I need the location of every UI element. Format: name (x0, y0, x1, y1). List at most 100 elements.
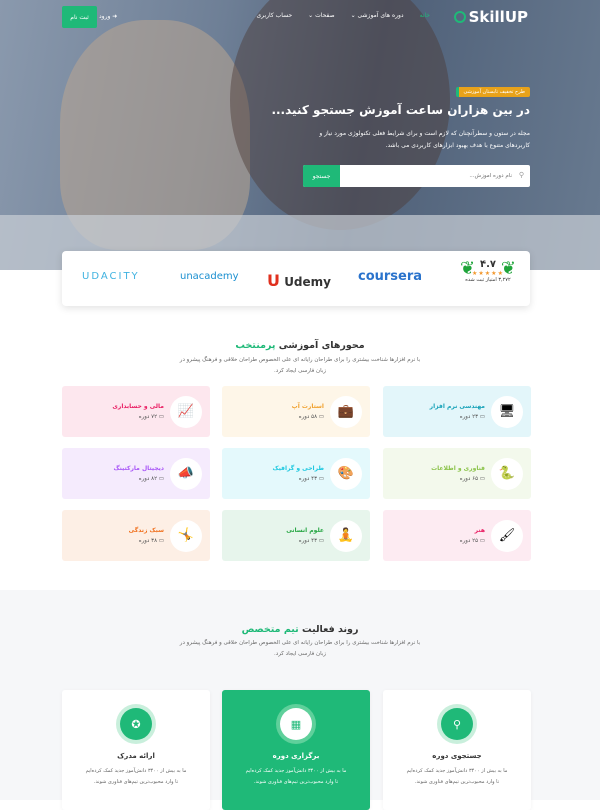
udemy-logo: U Udemy (267, 271, 331, 290)
category-count: ▭ ۳۸ دوره (129, 538, 164, 544)
calendar-icon: ▭ (157, 476, 164, 482)
category-title: مالی و حسابداری (112, 403, 164, 410)
step-title: جستجوی دوره (432, 752, 482, 760)
search-icon: ⚲ (441, 708, 473, 740)
category-count-text: ۴۳ دوره (298, 538, 318, 544)
partners-bar: UDACITY unacademy U Udemy coursera ❦ ❦ ۴… (62, 251, 530, 306)
categories-title-main: محورهای آموزشی (278, 340, 365, 351)
categories-title: محورهای آموزشی پرمنتخب (0, 340, 600, 351)
login-link[interactable]: ➜ ورود (99, 13, 117, 20)
coursera-logo: coursera (358, 269, 423, 284)
menu-item-home[interactable]: خانه (420, 12, 430, 19)
categories-subtitle: با نرم افزارها شناخت بیشتری را برای طراح… (179, 357, 421, 374)
logo-text: SkillUP (468, 8, 528, 26)
category-title: فناوری و اطلاعات (431, 465, 485, 472)
calendar-icon: ▭ (478, 538, 485, 544)
award-icon: ✪ (120, 708, 152, 740)
process-step-card: ✪ ارائه مدرک ما به بیش از ۳۴۰۰ دانش‌آموز… (62, 690, 210, 810)
category-count-text: ۳۸ دوره (138, 538, 158, 544)
category-title: دیجیتال مارکتینگ (113, 465, 164, 472)
signup-button[interactable]: ثبت نام (62, 6, 97, 28)
calendar-icon: ▭ (317, 476, 324, 482)
category-card[interactable]: 🖌 هنر ▭ ۲۵ دوره (383, 510, 531, 561)
category-count-text: ۶۵ دوره (459, 476, 479, 482)
category-count-text: ۵۸ دوره (298, 414, 318, 420)
category-count: ▭ ۲۳ دوره (430, 414, 485, 420)
logo-icon (453, 11, 466, 23)
category-title: علوم انسانی (286, 527, 324, 534)
step-text: ما به بیش از ۳۴۰۰ دانش‌آموز جدید کمک کرد… (245, 768, 347, 785)
menu-item-account[interactable]: حساب کاربری (256, 12, 292, 19)
search-icon: ⚲ (518, 171, 524, 179)
category-count: ▭ ۴۳ دوره (286, 538, 324, 544)
process-step-card: ⚲ جستجوی دوره ما به بیش از ۳۴۰۰ دانش‌آمو… (383, 690, 531, 810)
category-card[interactable]: 🐍 فناوری و اطلاعات ▭ ۶۵ دوره (383, 448, 531, 499)
site-logo[interactable]: SkillUP (453, 8, 528, 26)
process-title: روند فعالیت تیم متخصص (0, 624, 600, 635)
login-label: ورود (99, 13, 111, 20)
process-step-card: ▦ برگزاری دوره ما به بیش از ۳۴۰۰ دانش‌آم… (222, 690, 370, 810)
category-count: ▭ ۶۵ دوره (431, 476, 485, 482)
udemy-text: Udemy (284, 275, 331, 289)
login-icon: ➜ (110, 13, 118, 20)
category-title: سبک زندگی (128, 527, 164, 534)
search-button[interactable]: جستجو (303, 165, 340, 187)
category-card[interactable]: 📣 دیجیتال مارکتینگ ▭ ۸۲ دوره (62, 448, 210, 499)
unacademy-logo: unacademy (180, 271, 239, 282)
category-icon: 🤸 (170, 519, 202, 552)
category-count: ▭ ۴۳ دوره (272, 476, 324, 482)
calendar-icon: ▭ (317, 538, 324, 544)
category-icon: 🖌 (491, 519, 523, 552)
menu-item-pages[interactable]: صفحات ⌄ (308, 12, 334, 19)
category-card[interactable]: 📈 مالی و حسابداری ▭ ۷۲ دوره (62, 386, 210, 437)
step-title: برگزاری دوره (272, 752, 320, 760)
step-title: ارائه مدرک (117, 752, 155, 760)
category-title: مهندسی نرم افزار (429, 403, 485, 410)
promo-badge: طرح تخفیف تابستان آموزشی (455, 87, 530, 97)
calendar-icon: ▭ (478, 476, 485, 482)
calendar-icon: ▭ (478, 414, 485, 420)
category-icon: 📣 (170, 457, 202, 490)
category-card[interactable]: 💼 استارت آپ ▭ ۵۸ دوره (222, 386, 370, 437)
category-count: ▭ ۲۵ دوره (460, 538, 485, 544)
categories-title-accent: پرمنتخب (235, 340, 276, 351)
search-bar: ⚲ جستجو (303, 165, 530, 187)
laurel-left-icon: ❦ (460, 258, 476, 279)
laurel-right-icon: ❦ (500, 258, 516, 279)
calendar-icon: ▦ (280, 708, 312, 740)
calendar-icon: ▭ (157, 414, 164, 420)
category-icon: 📈 (170, 395, 202, 428)
rating-widget: ❦ ❦ ۴.۷ ★★★★★ ۳,۲۷۲ امتیاز ثبت شده (458, 255, 518, 283)
search-input[interactable] (340, 165, 530, 187)
category-count: ▭ ۸۲ دوره (113, 476, 164, 482)
hero-title: در بین هزاران ساعت آموزش جستجو کنید... (271, 103, 530, 117)
category-icon: 🖥 (491, 395, 523, 428)
process-title-main: روند فعالیت (302, 624, 359, 635)
category-count-text: ۷۲ دوره (138, 414, 158, 420)
category-icon: 💼 (330, 395, 362, 428)
hero-description: مجله در ستون و سطرآنچنان که لازم است و ب… (319, 130, 530, 149)
category-card[interactable]: 🖥 مهندسی نرم افزار ▭ ۲۳ دوره (383, 386, 531, 437)
category-count-text: ۴۳ دوره (298, 476, 318, 482)
category-card[interactable]: 🎨 طراحی و گرافیک ▭ ۴۳ دوره (222, 448, 370, 499)
main-menu: خانه دوره های آموزشی ⌄ صفحات ⌄ حساب کارب… (256, 12, 430, 19)
hero-section: SkillUP خانه دوره های آموزشی ⌄ صفحات ⌄ ح… (0, 0, 600, 270)
category-title: استارت آپ (291, 403, 324, 410)
udacity-logo: UDACITY (82, 271, 140, 282)
category-card[interactable]: 🤸 سبک زندگی ▭ ۳۸ دوره (62, 510, 210, 561)
category-title: طراحی و گرافیک (272, 465, 324, 472)
step-text: ما به بیش از ۳۴۰۰ دانش‌آموز جدید کمک کرد… (85, 768, 187, 785)
category-icon: 🐍 (491, 457, 523, 490)
category-count-text: ۲۳ دوره (459, 414, 479, 420)
calendar-icon: ▭ (157, 538, 164, 544)
calendar-icon: ▭ (317, 414, 324, 420)
process-subtitle: با نرم افزارها شناخت بیشتری را برای طراح… (179, 640, 421, 657)
category-card[interactable]: 🧘 علوم انسانی ▭ ۴۳ دوره (222, 510, 370, 561)
category-icon: 🧘 (330, 519, 362, 552)
category-title: هنر (474, 527, 485, 534)
menu-item-courses[interactable]: دوره های آموزشی ⌄ (351, 12, 404, 19)
category-icon: 🎨 (330, 457, 362, 490)
category-count-text: ۸۲ دوره (138, 476, 158, 482)
category-count: ▭ ۷۲ دوره (112, 414, 164, 420)
category-count-text: ۲۵ دوره (459, 538, 479, 544)
